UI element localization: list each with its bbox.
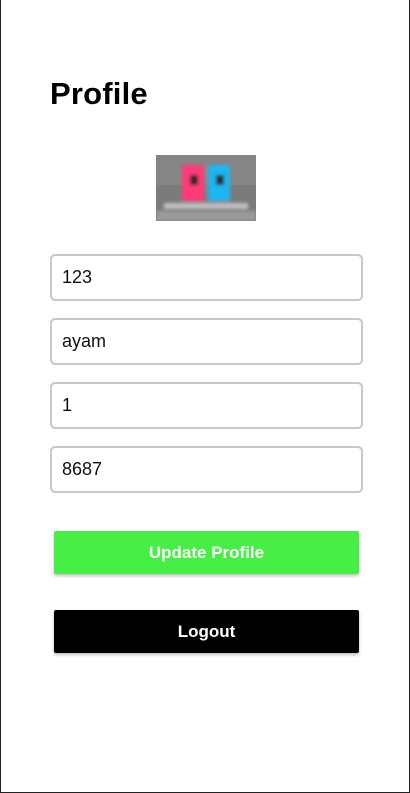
update-profile-button[interactable]: Update Profile bbox=[54, 531, 359, 574]
profile-avatar[interactable] bbox=[156, 155, 256, 221]
page-title: Profile bbox=[50, 76, 148, 111]
avatar-image bbox=[156, 155, 256, 221]
profile-field-4[interactable] bbox=[50, 446, 363, 493]
profile-screen: Profile Update Profile Logout bbox=[0, 0, 410, 793]
profile-field-3[interactable] bbox=[50, 382, 363, 429]
logout-button[interactable]: Logout bbox=[54, 610, 359, 653]
profile-field-1[interactable] bbox=[50, 254, 363, 301]
profile-field-2[interactable] bbox=[50, 318, 363, 365]
